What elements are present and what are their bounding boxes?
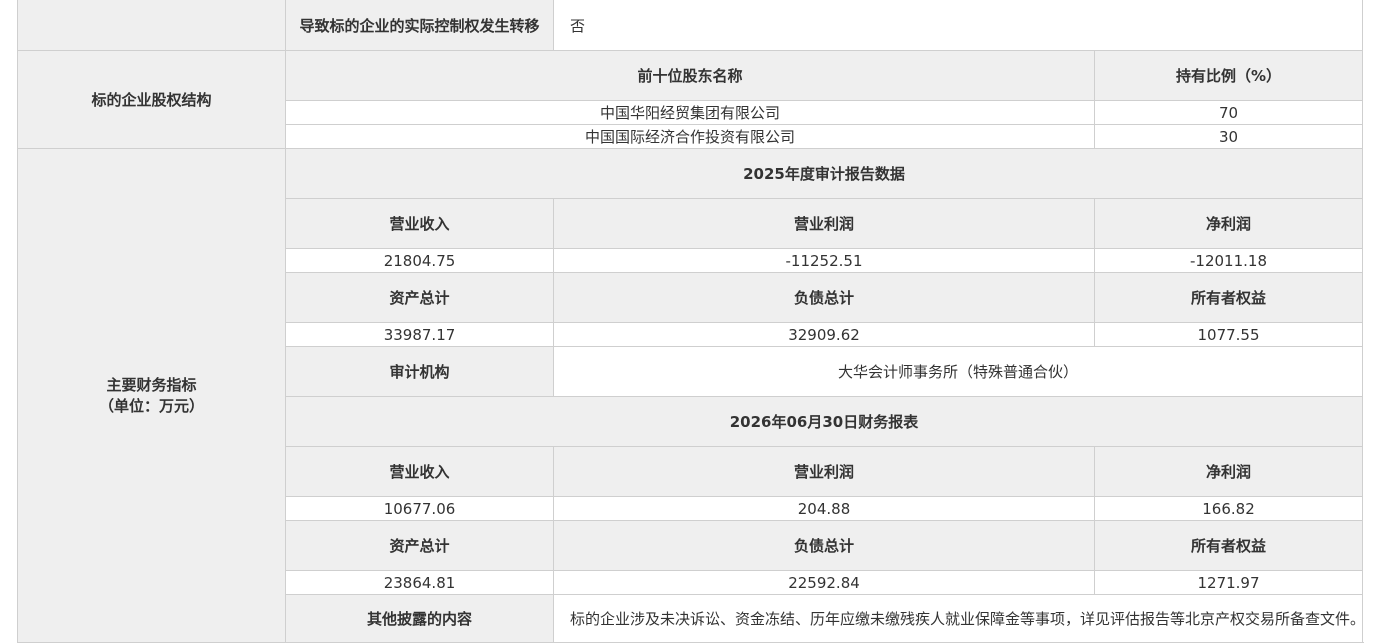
- interim-report-title: 2026年06月30日财务报表: [284, 396, 1364, 447]
- disclosure-page: 导致标的企业的实际控制权发生转移 否 标的企业股权结构 前十位股东名称 持有比例…: [17, 0, 1364, 643]
- auditor-header: 审计机构: [285, 346, 554, 397]
- audit-net-profit-value: -12011.18: [1093, 248, 1364, 273]
- audit-liabilities-header: 负债总计: [553, 272, 1095, 323]
- other-disclosure-value: 标的企业涉及未决诉讼、资金冻结、历年应缴未缴残疾人就业保障金等事项，详见评估报告…: [552, 594, 1364, 643]
- audit-report-title: 2025年度审计报告数据: [284, 148, 1364, 199]
- equity-header-row: 标的企业股权结构 前十位股东名称 持有比例（%）: [17, 50, 1364, 149]
- audit-revenue-header: 营业收入: [285, 198, 554, 249]
- interim-net-profit-header: 净利润: [1093, 446, 1364, 497]
- interim-operating-profit-header: 营业利润: [553, 446, 1095, 497]
- interim-net-profit-value: 166.82: [1093, 496, 1364, 521]
- interim-revenue-header: 营业收入: [285, 446, 554, 497]
- interim-liabilities-header: 负债总计: [553, 520, 1095, 571]
- financial-indicators-unit: （单位：万元）: [98, 396, 204, 415]
- audit-assets-value: 33987.17: [285, 322, 554, 347]
- audit-equity-value: 1077.55: [1093, 322, 1364, 347]
- interim-operating-profit-value: 204.88: [553, 496, 1095, 521]
- audit-operating-profit-value: -11252.51: [553, 248, 1095, 273]
- other-disclosure-label: 其他披露的内容: [285, 594, 554, 643]
- audit-operating-profit-header: 营业利润: [553, 198, 1095, 249]
- equity-structure-label: 标的企业股权结构: [17, 50, 286, 149]
- interim-revenue-value: 10677.06: [285, 496, 554, 521]
- shareholder-name: 中国华阳经贸集团有限公司: [285, 100, 1095, 125]
- audit-title-row: 主要财务指标 （单位：万元） 2025年度审计报告数据: [17, 148, 1364, 643]
- shareholder-name-header: 前十位股东名称: [285, 50, 1095, 101]
- audit-revenue-value: 21804.75: [285, 248, 554, 273]
- disclosure-table: 导致标的企业的实际控制权发生转移 否 标的企业股权结构 前十位股东名称 持有比例…: [17, 0, 1364, 643]
- control-transfer-blank-cell: [17, 0, 286, 51]
- auditor-value: 大华会计师事务所（特殊普通合伙）: [552, 346, 1364, 397]
- control-transfer-row: 导致标的企业的实际控制权发生转移 否: [17, 0, 1364, 51]
- interim-assets-value: 23864.81: [285, 570, 554, 595]
- audit-net-profit-header: 净利润: [1093, 198, 1364, 249]
- control-transfer-label: 导致标的企业的实际控制权发生转移: [285, 0, 554, 51]
- holding-ratio-header: 持有比例（%）: [1093, 50, 1364, 101]
- audit-liabilities-value: 32909.62: [553, 322, 1095, 347]
- financial-indicators-label: 主要财务指标 （单位：万元）: [17, 148, 286, 643]
- interim-assets-header: 资产总计: [285, 520, 554, 571]
- shareholder-name: 中国国际经济合作投资有限公司: [285, 124, 1095, 149]
- control-transfer-value: 否: [552, 0, 1364, 51]
- interim-equity-value: 1271.97: [1093, 570, 1364, 595]
- audit-assets-header: 资产总计: [285, 272, 554, 323]
- holding-ratio: 30: [1093, 124, 1364, 149]
- interim-equity-header: 所有者权益: [1093, 520, 1364, 571]
- holding-ratio: 70: [1093, 100, 1364, 125]
- interim-liabilities-value: 22592.84: [553, 570, 1095, 595]
- audit-equity-header: 所有者权益: [1093, 272, 1364, 323]
- financial-indicators-title: 主要财务指标: [106, 375, 197, 394]
